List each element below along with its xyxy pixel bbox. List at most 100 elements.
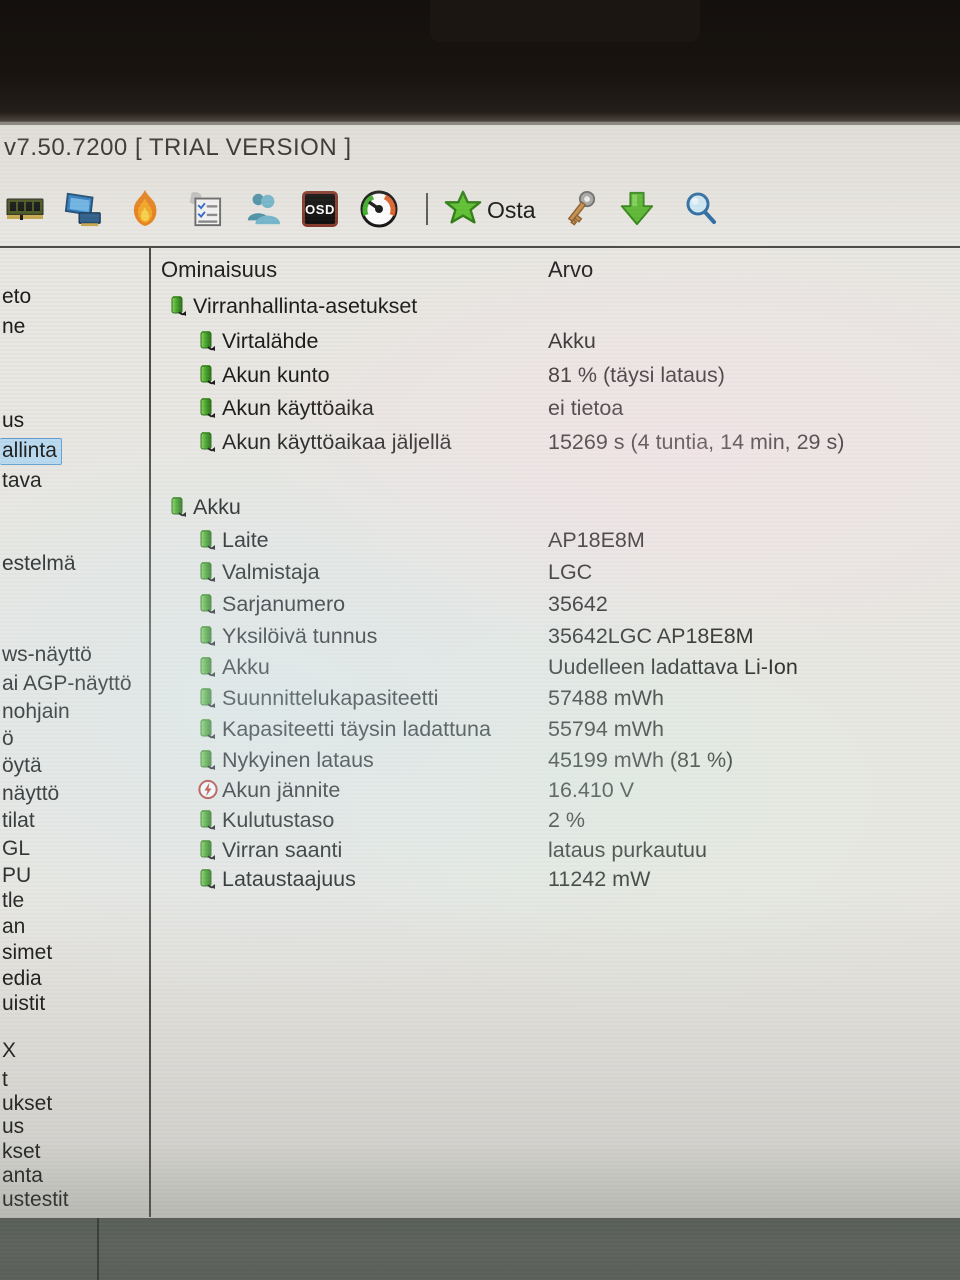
table-row[interactable]: Kulutustaso 2 % <box>151 807 960 834</box>
table-row[interactable]: Akku Uudelleen ladattava Li-Ion <box>151 654 960 681</box>
table-row[interactable]: Laite AP18E8M <box>151 527 960 554</box>
screen-bottom-shadow-band <box>0 1218 960 1280</box>
property-name: Akun kunto <box>222 363 330 387</box>
table-row[interactable]: Nykyinen lataus 45199 mWh (81 %) <box>151 747 960 774</box>
property-name: Valmistaja <box>222 560 320 584</box>
table-section-header[interactable]: Akku <box>151 494 960 521</box>
tree-item[interactable]: X <box>0 1038 16 1063</box>
tree-item[interactable]: ö <box>0 726 14 751</box>
property-name: Akun jännite <box>222 778 341 802</box>
tree-item[interactable]: us <box>0 1114 24 1139</box>
section-title: Virranhallinta-asetukset <box>193 294 418 318</box>
property-value: 16.410 V <box>548 778 635 802</box>
voltage-icon <box>198 779 218 802</box>
property-value: 2 % <box>548 808 586 832</box>
property-value: 35642 <box>548 592 608 616</box>
osd-label: OSD <box>302 191 338 227</box>
tree-item[interactable]: eto <box>0 284 31 309</box>
tree-item[interactable]: ws-näyttö <box>0 642 92 667</box>
key-icon[interactable] <box>561 189 599 229</box>
property-name: Kulutustaso <box>222 808 335 832</box>
table-row[interactable]: Akun kunto 81 % (täysi lataus) <box>151 362 960 389</box>
navigation-tree: eto ne us allinta tava estelmä ws-näyttö… <box>0 248 148 1217</box>
property-value: AP18E8M <box>548 528 645 552</box>
battery-icon <box>198 529 216 552</box>
toolbar-separator <box>426 193 428 225</box>
user-profiles-icon[interactable] <box>244 189 282 229</box>
tree-item[interactable]: tle <box>0 888 24 913</box>
tree-item[interactable]: tilat <box>0 808 35 833</box>
tree-item-selected-virranhallinta[interactable]: allinta <box>0 438 62 465</box>
dark-room-background <box>0 0 960 122</box>
property-value: ei tietoa <box>548 396 624 420</box>
tree-item[interactable]: ukset <box>0 1091 52 1116</box>
battery-icon <box>198 809 216 832</box>
tree-item[interactable]: t <box>0 1067 8 1092</box>
osd-icon[interactable]: OSD <box>301 189 339 229</box>
tree-item[interactable]: näyttö <box>0 781 59 806</box>
section-title: Akku <box>193 495 241 519</box>
search-icon[interactable] <box>682 189 720 229</box>
tree-item[interactable]: estelmä <box>0 551 76 576</box>
app-screen: v7.50.7200 [ TRIAL VERSION ] OSD Osta et… <box>0 122 960 1280</box>
property-value: 15269 s (4 tuntia, 14 min, 29 s) <box>548 430 845 454</box>
battery-icon <box>198 364 216 387</box>
property-value: Uudelleen ladattava Li-Ion <box>548 655 798 679</box>
table-row[interactable]: Akun käyttöaikaa jäljellä 15269 s (4 tun… <box>151 429 960 456</box>
property-name: Suunnittelukapasiteetti <box>222 686 439 710</box>
tree-item[interactable]: tava <box>0 468 42 493</box>
tree-item[interactable]: ne <box>0 314 25 339</box>
property-value: 45199 mWh (81 %) <box>548 748 734 772</box>
property-name: Laite <box>222 528 269 552</box>
table-row[interactable]: Lataustaajuus 11242 mW <box>151 866 960 893</box>
battery-icon <box>198 330 216 353</box>
property-value: Akku <box>548 329 596 353</box>
title-bar: v7.50.7200 [ TRIAL VERSION ] <box>0 125 960 171</box>
display-adapter-icon[interactable] <box>64 189 102 229</box>
table-row[interactable]: Kapasiteetti täysin ladattuna 55794 mWh <box>151 716 960 743</box>
table-row[interactable]: Virran saanti lataus purkautuu <box>151 837 960 864</box>
column-header-value[interactable]: Arvo <box>548 257 593 283</box>
download-update-icon[interactable] <box>618 189 656 229</box>
buy-button-label[interactable]: Osta <box>487 197 536 224</box>
tree-item[interactable]: öytä <box>0 753 42 778</box>
battery-icon <box>198 593 216 616</box>
tree-item[interactable]: kset <box>0 1139 41 1164</box>
table-section-header[interactable]: Virranhallinta-asetukset <box>151 293 960 320</box>
table-row[interactable]: Suunnittelukapasiteetti 57488 mWh <box>151 685 960 712</box>
column-header-property[interactable]: Ominaisuus <box>161 257 277 283</box>
table-row[interactable]: Valmistaja LGC <box>151 559 960 586</box>
tree-item[interactable]: GL <box>0 836 30 861</box>
property-value: LGC <box>548 560 593 584</box>
property-value: lataus purkautuu <box>548 838 707 862</box>
table-row[interactable]: Akun jännite 16.410 V <box>151 777 960 804</box>
battery-icon <box>169 295 187 318</box>
sensor-gauge-icon[interactable] <box>360 189 398 229</box>
burn-in-flame-icon[interactable] <box>126 189 164 229</box>
tree-item[interactable]: simet <box>0 940 52 965</box>
battery-icon <box>198 625 216 648</box>
battery-icon <box>198 868 216 891</box>
table-row[interactable]: Sarjanumero 35642 <box>151 591 960 618</box>
tree-item[interactable]: edia <box>0 966 42 991</box>
property-value: 81 % (täysi lataus) <box>548 363 725 387</box>
memory-module-icon[interactable] <box>6 189 44 229</box>
tree-item[interactable]: uistit <box>0 991 45 1016</box>
property-value: 35642LGC AP18E8M <box>548 624 754 648</box>
tree-item[interactable]: PU <box>0 863 31 888</box>
table-row[interactable]: Yksilöivä tunnus 35642LGC AP18E8M <box>151 623 960 650</box>
tree-item[interactable]: ai AGP-näyttö <box>0 671 132 696</box>
property-name: Akun käyttöaikaa jäljellä <box>222 430 452 454</box>
table-row[interactable]: Akun käyttöaika ei tietoa <box>151 395 960 422</box>
report-icon[interactable] <box>184 189 222 229</box>
tree-item[interactable]: us <box>0 408 24 433</box>
tree-item[interactable]: an <box>0 914 25 939</box>
tree-item[interactable]: nohjain <box>0 699 70 724</box>
table-row[interactable]: Virtalähde Akku <box>151 328 960 355</box>
tree-item[interactable]: anta <box>0 1163 43 1188</box>
property-name: Virtalähde <box>222 329 319 353</box>
property-name: Lataustaajuus <box>222 867 356 891</box>
tree-item[interactable]: ustestit <box>0 1187 69 1212</box>
background-object <box>430 0 700 42</box>
buy-star-icon[interactable] <box>444 189 482 229</box>
